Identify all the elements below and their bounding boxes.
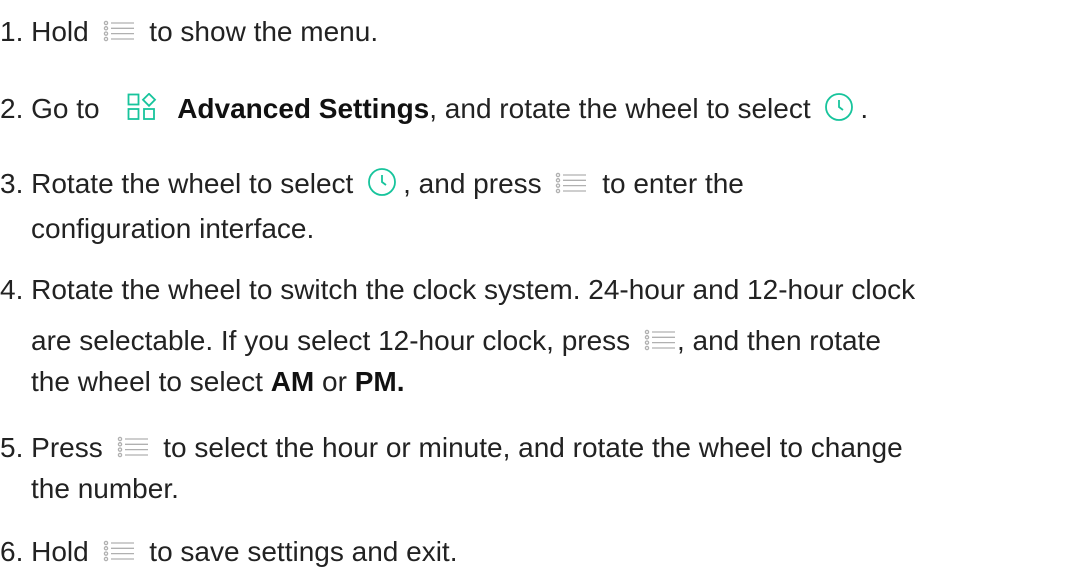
step-5: 5. Press to select the hour or minute, a… — [0, 434, 903, 462]
step-text: to select the hour or minute, and rotate… — [163, 432, 903, 463]
step-text: Hold — [31, 16, 89, 47]
step-text: or — [322, 366, 347, 397]
step-text: the wheel to select — [31, 366, 263, 397]
step-6: 6. Hold to save settings and exit. — [0, 538, 457, 566]
step-1: 1. Hold to show the menu. — [0, 18, 378, 46]
step-text: Rotate the wheel to switch the clock sys… — [31, 274, 916, 305]
step-number: 6. — [0, 536, 24, 567]
advanced-settings-label: Advanced Settings — [177, 93, 430, 124]
step-4-line-2: are selectable. If you select 12-hour cl… — [0, 327, 881, 355]
step-text: to show the menu. — [149, 16, 379, 47]
step-number: 3. — [0, 168, 24, 199]
advanced-settings-icon — [127, 92, 157, 121]
step-3-continued: configuration interface. — [0, 215, 314, 243]
menu-list-icon — [103, 19, 136, 43]
clock-icon — [824, 92, 854, 122]
step-number: 2. — [0, 93, 24, 124]
step-number: 1. — [0, 16, 24, 47]
step-text: . — [860, 93, 869, 124]
step-5-continued: the number. — [0, 475, 179, 503]
step-number: 4. — [0, 274, 24, 305]
menu-list-icon — [644, 328, 677, 352]
step-text: to enter the — [602, 168, 744, 199]
step-3: 3. Rotate the wheel to select , and pres… — [0, 167, 744, 201]
menu-list-icon — [555, 171, 588, 195]
step-text: , and then rotate — [676, 325, 881, 356]
step-4: 4. Rotate the wheel to switch the clock … — [0, 276, 915, 304]
am-label: AM — [270, 366, 315, 397]
step-number: 5. — [0, 432, 24, 463]
menu-list-icon — [117, 435, 150, 459]
step-text: to save settings and exit. — [149, 536, 458, 567]
step-text: , and press — [403, 168, 542, 199]
step-4-line-3: the wheel to select AM or PM. — [0, 368, 405, 396]
step-text: are selectable. If you select 12-hour cl… — [31, 325, 631, 356]
step-text: the number. — [31, 473, 179, 504]
step-text: Press — [31, 432, 103, 463]
step-text: , and rotate the wheel to select — [429, 93, 811, 124]
step-text: Go to — [31, 93, 100, 124]
step-text: Rotate the wheel to select — [31, 168, 354, 199]
step-2: 2. Go to Advanced Settings, and rotate t… — [0, 92, 869, 126]
step-text: configuration interface. — [31, 213, 315, 244]
clock-icon — [367, 167, 397, 197]
pm-label: PM. — [354, 366, 405, 397]
menu-list-icon — [103, 539, 136, 563]
step-text: Hold — [31, 536, 89, 567]
